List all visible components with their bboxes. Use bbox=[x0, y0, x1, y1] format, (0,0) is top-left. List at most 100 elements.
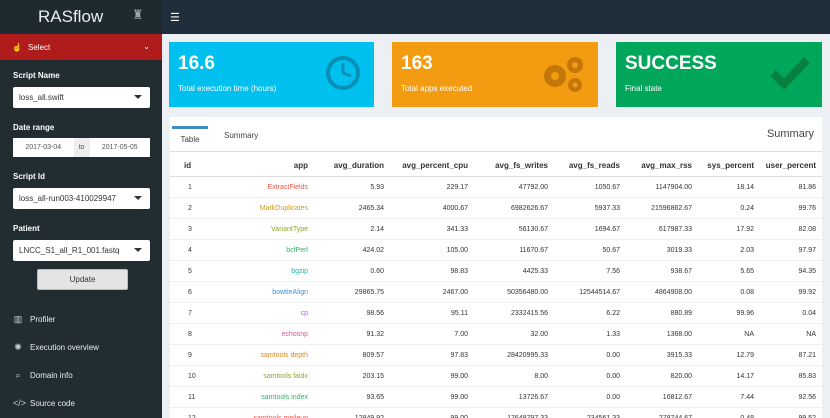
cell-avg-max-rss: 16812.67 bbox=[626, 386, 698, 408]
sidebar-item-domain-info[interactable]: ⌕ Domain info bbox=[0, 361, 162, 389]
tab-table[interactable]: Table bbox=[172, 126, 208, 148]
table-row[interactable]: 6 bowtieAlign 29865.75 2467.00 50356480.00 12… bbox=[170, 281, 822, 303]
sidebar-item-label: Domain info bbox=[30, 370, 73, 380]
cell-avg-percent-cpu: 99.00 bbox=[390, 407, 474, 418]
column-header-avg-percent-cpu[interactable]: avg_percent_cpu bbox=[390, 154, 474, 177]
table-row[interactable]: 5 bgzip 0.60 98.83 4425.33 7.56 938.67 5.65 94.3… bbox=[170, 260, 822, 282]
search-icon: ⌕ bbox=[15, 369, 21, 380]
column-header-id[interactable]: id bbox=[170, 154, 218, 177]
cell-user-percent: NA bbox=[760, 323, 822, 345]
column-header-app[interactable]: app bbox=[218, 154, 314, 177]
cell-sys-percent: 5.65 bbox=[698, 260, 760, 282]
table-row[interactable]: 2 MarkDuplicates 2465.34 4000.67 6982626.67 5… bbox=[170, 197, 822, 219]
column-header-avg-max-rss[interactable]: avg_max_rss bbox=[626, 154, 698, 177]
table-row[interactable]: 9 samtools depth 809.57 97.83 28420995.33 0.0… bbox=[170, 344, 822, 366]
cell-avg-fs-reads: 1694.67 bbox=[554, 218, 626, 240]
info-box-value: SUCCESS bbox=[625, 53, 717, 74]
table-row[interactable]: 7 cp 98.56 95.11 2332415.56 6.22 880.89 99.96 0.… bbox=[170, 302, 822, 324]
tab-box-title: Summary bbox=[766, 128, 814, 140]
cell-avg-fs-writes: 11670.67 bbox=[474, 239, 554, 261]
cell-avg-fs-reads: 234561.33 bbox=[554, 407, 626, 418]
cell-sys-percent: 99.96 bbox=[698, 302, 760, 324]
cell-user-percent: 85.83 bbox=[760, 365, 822, 387]
cell-id: 10 bbox=[170, 365, 218, 387]
cell-avg-max-rss: 938.67 bbox=[626, 260, 698, 282]
cell-id: 1 bbox=[170, 176, 218, 198]
cell-avg-fs-writes: 50356480.00 bbox=[474, 281, 554, 303]
patient-label: Patient bbox=[13, 224, 40, 233]
cell-avg-fs-writes: 17648797.33 bbox=[474, 407, 554, 418]
hamburger-menu-icon[interactable]: ☰ bbox=[170, 11, 180, 24]
cell-sys-percent: NA bbox=[698, 323, 760, 345]
cell-avg-percent-cpu: 4000.67 bbox=[390, 197, 474, 219]
table-row[interactable]: 12 samtools mpileup 12849.92 99.00 17648797.… bbox=[170, 407, 822, 418]
cell-app: echosnp bbox=[218, 323, 314, 345]
cell-id: 9 bbox=[170, 344, 218, 366]
select-menu[interactable]: ☝ Select ⌄ bbox=[0, 34, 162, 60]
clock-icon bbox=[326, 56, 360, 90]
cell-avg-duration: 809.57 bbox=[314, 344, 390, 366]
cell-avg-duration: 2.14 bbox=[314, 218, 390, 240]
script-id-select[interactable]: loss_all-run003-410029947 bbox=[13, 188, 150, 209]
caret-down-icon bbox=[134, 95, 142, 99]
app-logo[interactable]: RASflow ♜ bbox=[0, 0, 162, 34]
cell-avg-duration: 29865.75 bbox=[314, 281, 390, 303]
date-range-label: Date range bbox=[13, 123, 55, 132]
cell-avg-fs-reads: 7.56 bbox=[554, 260, 626, 282]
tab-summary[interactable]: Summary bbox=[224, 131, 258, 140]
column-header-sys-percent[interactable]: sys_percent bbox=[698, 154, 760, 177]
cell-app: cp bbox=[218, 302, 314, 324]
sidebar-nav: ▥ Profiler ✺ Execution overview ⌕ Domain… bbox=[0, 305, 162, 417]
sidebar-item-execution-overview[interactable]: ✺ Execution overview bbox=[0, 333, 162, 361]
column-header-avg-fs-writes[interactable]: avg_fs_writes bbox=[474, 154, 554, 177]
column-header-user-percent[interactable]: user_percent bbox=[760, 154, 822, 177]
cell-user-percent: 87.21 bbox=[760, 344, 822, 366]
date-to-input[interactable]: 2017-05-05 bbox=[89, 138, 150, 157]
cell-app: VariantType bbox=[218, 218, 314, 240]
spinner-icon: ✺ bbox=[14, 341, 22, 352]
info-box-execution-time: 16.6 Total execution time (hours) bbox=[169, 42, 374, 107]
table-row[interactable]: 10 samtools faidx 203.15 99.00 8.00 0.00 820.0… bbox=[170, 365, 822, 387]
table-row[interactable]: 8 echosnp 91.32 7.00 32.00 1.33 1368.00 NA NA bbox=[170, 323, 822, 345]
cell-user-percent: 92.56 bbox=[760, 386, 822, 408]
script-name-select[interactable]: loss_all.swift bbox=[13, 87, 150, 108]
update-button[interactable]: Update bbox=[37, 269, 128, 290]
top-navbar: ☰ bbox=[162, 0, 830, 34]
cell-sys-percent: 0.08 bbox=[698, 281, 760, 303]
column-header-avg-duration[interactable]: avg_duration bbox=[314, 154, 390, 177]
cell-avg-max-rss: 278744.67 bbox=[626, 407, 698, 418]
cell-id: 5 bbox=[170, 260, 218, 282]
cell-avg-fs-reads: 0.00 bbox=[554, 386, 626, 408]
caret-down-icon bbox=[134, 196, 142, 200]
cell-id: 11 bbox=[170, 386, 218, 408]
cell-app: bgzip bbox=[218, 260, 314, 282]
table-row[interactable]: 11 samtools index 93.65 99.00 13726.67 0.00 16… bbox=[170, 386, 822, 408]
cell-sys-percent: 7.44 bbox=[698, 386, 760, 408]
hand-icon: ☝ bbox=[12, 42, 22, 52]
script-id-value: loss_all-run003-410029947 bbox=[19, 194, 116, 203]
column-header-avg-fs-reads[interactable]: avg_fs_reads bbox=[554, 154, 626, 177]
table-header-row: id app avg_duration avg_percent_cpu avg_fs_w… bbox=[170, 154, 822, 177]
table-row[interactable]: 3 VariantType 2.14 341.33 56130.67 1694.67 617… bbox=[170, 218, 822, 240]
cell-avg-percent-cpu: 7.00 bbox=[390, 323, 474, 345]
cell-avg-percent-cpu: 105.00 bbox=[390, 239, 474, 261]
cell-avg-max-rss: 4864908.00 bbox=[626, 281, 698, 303]
table-row[interactable]: 4 bcfPerl 424.02 105.00 11670.67 50.67 3019.33… bbox=[170, 239, 822, 261]
cell-app: bowtieAlign bbox=[218, 281, 314, 303]
info-box-apps-executed: 163 Total apps executed bbox=[392, 42, 598, 107]
sidebar: RASflow ♜ ☝ Select ⌄ Script Name loss_al… bbox=[0, 0, 162, 418]
date-from-input[interactable]: 2017-03-04 bbox=[13, 138, 74, 157]
info-box-value: 16.6 bbox=[178, 53, 215, 74]
sidebar-item-profiler[interactable]: ▥ Profiler bbox=[0, 305, 162, 333]
patient-select[interactable]: LNCC_S1_all_R1_001.fastq bbox=[13, 240, 150, 261]
cell-avg-max-rss: 3915.33 bbox=[626, 344, 698, 366]
cell-avg-duration: 93.65 bbox=[314, 386, 390, 408]
sidebar-item-source-code[interactable]: </> Source code bbox=[0, 389, 162, 417]
cell-avg-percent-cpu: 341.33 bbox=[390, 218, 474, 240]
cell-avg-duration: 2465.34 bbox=[314, 197, 390, 219]
cell-avg-duration: 424.02 bbox=[314, 239, 390, 261]
cell-avg-fs-reads: 12544514.67 bbox=[554, 281, 626, 303]
cell-avg-max-rss: 3019.33 bbox=[626, 239, 698, 261]
table-row[interactable]: 1 ExtractFields 5.93 229.17 47792.00 1050.67 1… bbox=[170, 176, 822, 198]
cell-avg-fs-reads: 50.67 bbox=[554, 239, 626, 261]
